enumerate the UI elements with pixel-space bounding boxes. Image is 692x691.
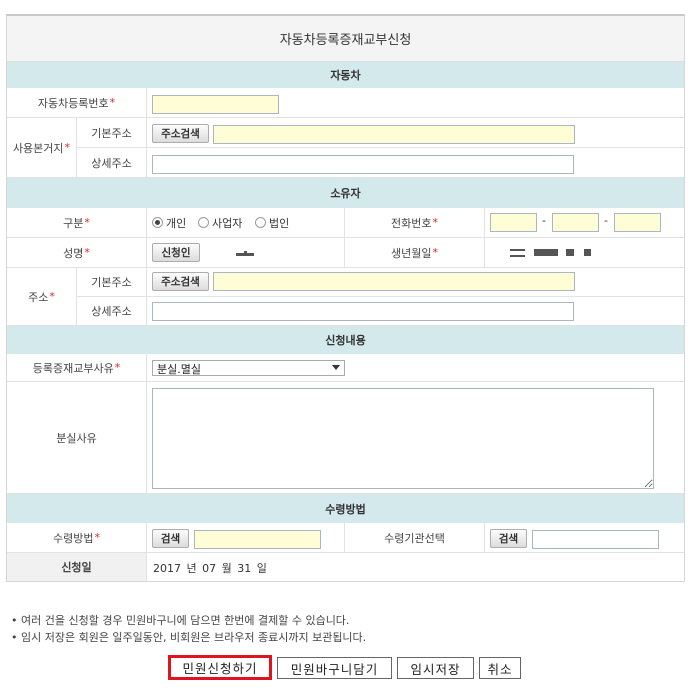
receipt-method-label-cell: 수령방법 * (7, 523, 147, 553)
receipt-method-search-button[interactable]: 검색 (152, 529, 189, 548)
required-mark: * (84, 216, 90, 229)
reason-select-value: 분실.멸실 (157, 363, 201, 376)
apply-button[interactable]: 민원신청하기 (168, 655, 272, 680)
vehicle-detail-addr-label-cell: 상세주소 (77, 148, 147, 178)
temp-save-button[interactable]: 임시저장 (397, 657, 474, 679)
reason-label: 등록증재교부사유 (32, 361, 114, 375)
redacted-name (236, 253, 254, 256)
owner-type-radio-business[interactable] (198, 217, 209, 228)
section-header-receipt: 수령방법 (7, 494, 684, 523)
required-mark: * (432, 216, 438, 229)
birth-label: 생년월일 (391, 246, 432, 260)
note-basket: • 여러 건을 신청할 경우 민원바구니에 담으면 한번에 결제할 수 있습니다… (11, 614, 350, 627)
reason-select[interactable]: 분실.멸실 (152, 360, 345, 376)
loss-reason-label: 분실사유 (56, 431, 97, 445)
owner-detail-addr-input[interactable] (152, 302, 574, 321)
vehicle-detail-addr-label: 상세주소 (91, 156, 132, 170)
date-value: 2017 년 07 월 31 일 (153, 562, 267, 575)
redacted-birthdate (534, 249, 558, 256)
location-label-cell: 사용본거지 * (7, 118, 77, 178)
agency-label-cell: 수령기관선택 (345, 523, 485, 553)
phone-separator: - (542, 214, 546, 227)
location-label: 사용본거지 (12, 141, 64, 155)
required-mark: * (109, 96, 116, 109)
owner-type-label: 구분 (63, 216, 84, 230)
reg-no-input[interactable] (152, 95, 279, 114)
owner-addr-label-cell: 주소 * (7, 268, 77, 326)
section-header-application: 신청내용 (7, 326, 684, 354)
chevron-down-icon (332, 365, 340, 370)
owner-type-option-individual: 개인 (166, 217, 187, 230)
required-mark: * (64, 141, 71, 154)
owner-type-option-corporation: 법인 (269, 217, 290, 230)
owner-basic-addr-label: 기본주소 (91, 276, 132, 289)
receipt-method-label: 수령방법 (53, 531, 94, 545)
reg-no-label: 자동차등록번호 (37, 96, 109, 110)
vehicle-basic-addr-input[interactable] (213, 125, 575, 144)
required-mark: * (49, 290, 55, 303)
add-to-basket-button[interactable]: 민원바구니담기 (277, 657, 392, 679)
phone-separator: - (604, 214, 608, 227)
redacted-birthdate (584, 249, 591, 256)
owner-type-radio-corporation[interactable] (255, 217, 266, 228)
cancel-button[interactable]: 취소 (479, 657, 521, 679)
owner-addr-search-button[interactable]: 주소검색 (152, 272, 209, 291)
note-temp-save: • 임시 저장은 회원은 일주일동안, 비회원은 브라우저 종료시까지 보관됩니… (11, 631, 367, 644)
date-label-cell: 신청일 (7, 553, 147, 581)
agency-label: 수령기관선택 (384, 531, 445, 545)
date-label: 신청일 (61, 561, 92, 574)
vehicle-addr-search-button[interactable]: 주소검색 (152, 124, 209, 143)
required-mark: * (432, 246, 438, 259)
phone-label-cell: 전화번호 * (345, 208, 485, 238)
agency-input[interactable] (532, 530, 659, 549)
owner-type-label-cell: 구분 * (7, 208, 147, 238)
vehicle-basic-addr-label-cell: 기본주소 (77, 118, 147, 148)
loss-reason-label-cell: 분실사유 (7, 382, 147, 494)
redacted-name (244, 251, 247, 253)
reg-no-label-cell: 자동차등록번호 * (7, 88, 147, 118)
redacted-birthdate (566, 249, 574, 256)
required-mark: * (84, 246, 90, 259)
required-mark: * (94, 531, 100, 544)
name-label: 성명 (63, 246, 84, 260)
owner-basic-addr-input[interactable] (213, 272, 575, 291)
phone-input-3[interactable] (614, 213, 661, 232)
phone-input-1[interactable] (490, 213, 537, 232)
receipt-method-input[interactable] (194, 530, 321, 549)
loss-reason-textarea[interactable] (152, 388, 654, 489)
owner-detail-addr-label: 상세주소 (91, 305, 132, 318)
owner-detail-addr-label-cell: 상세주소 (77, 297, 147, 326)
reason-label-cell: 등록증재교부사유 * (7, 354, 147, 382)
applicant-button[interactable]: 신청인 (152, 243, 200, 262)
section-header-owner: 소유자 (7, 178, 684, 208)
section-header-vehicle: 자동차 (7, 62, 684, 88)
owner-basic-addr-label-cell: 기본주소 (77, 268, 147, 297)
phone-input-2[interactable] (552, 213, 599, 232)
owner-type-radio-individual[interactable] (152, 217, 163, 228)
birth-label-cell: 생년월일 * (345, 238, 485, 268)
agency-search-button[interactable]: 검색 (490, 529, 527, 548)
phone-label: 전화번호 (391, 216, 432, 230)
name-label-cell: 성명 * (7, 238, 147, 268)
owner-addr-label: 주소 (28, 290, 49, 304)
vehicle-detail-addr-input[interactable] (152, 155, 574, 174)
page-title: 자동차등록증재교부신청 (7, 16, 684, 62)
required-mark: * (114, 361, 121, 374)
vehicle-basic-addr-label: 기본주소 (91, 126, 132, 140)
owner-type-option-business: 사업자 (212, 217, 243, 230)
redacted-birthdate (510, 249, 525, 257)
